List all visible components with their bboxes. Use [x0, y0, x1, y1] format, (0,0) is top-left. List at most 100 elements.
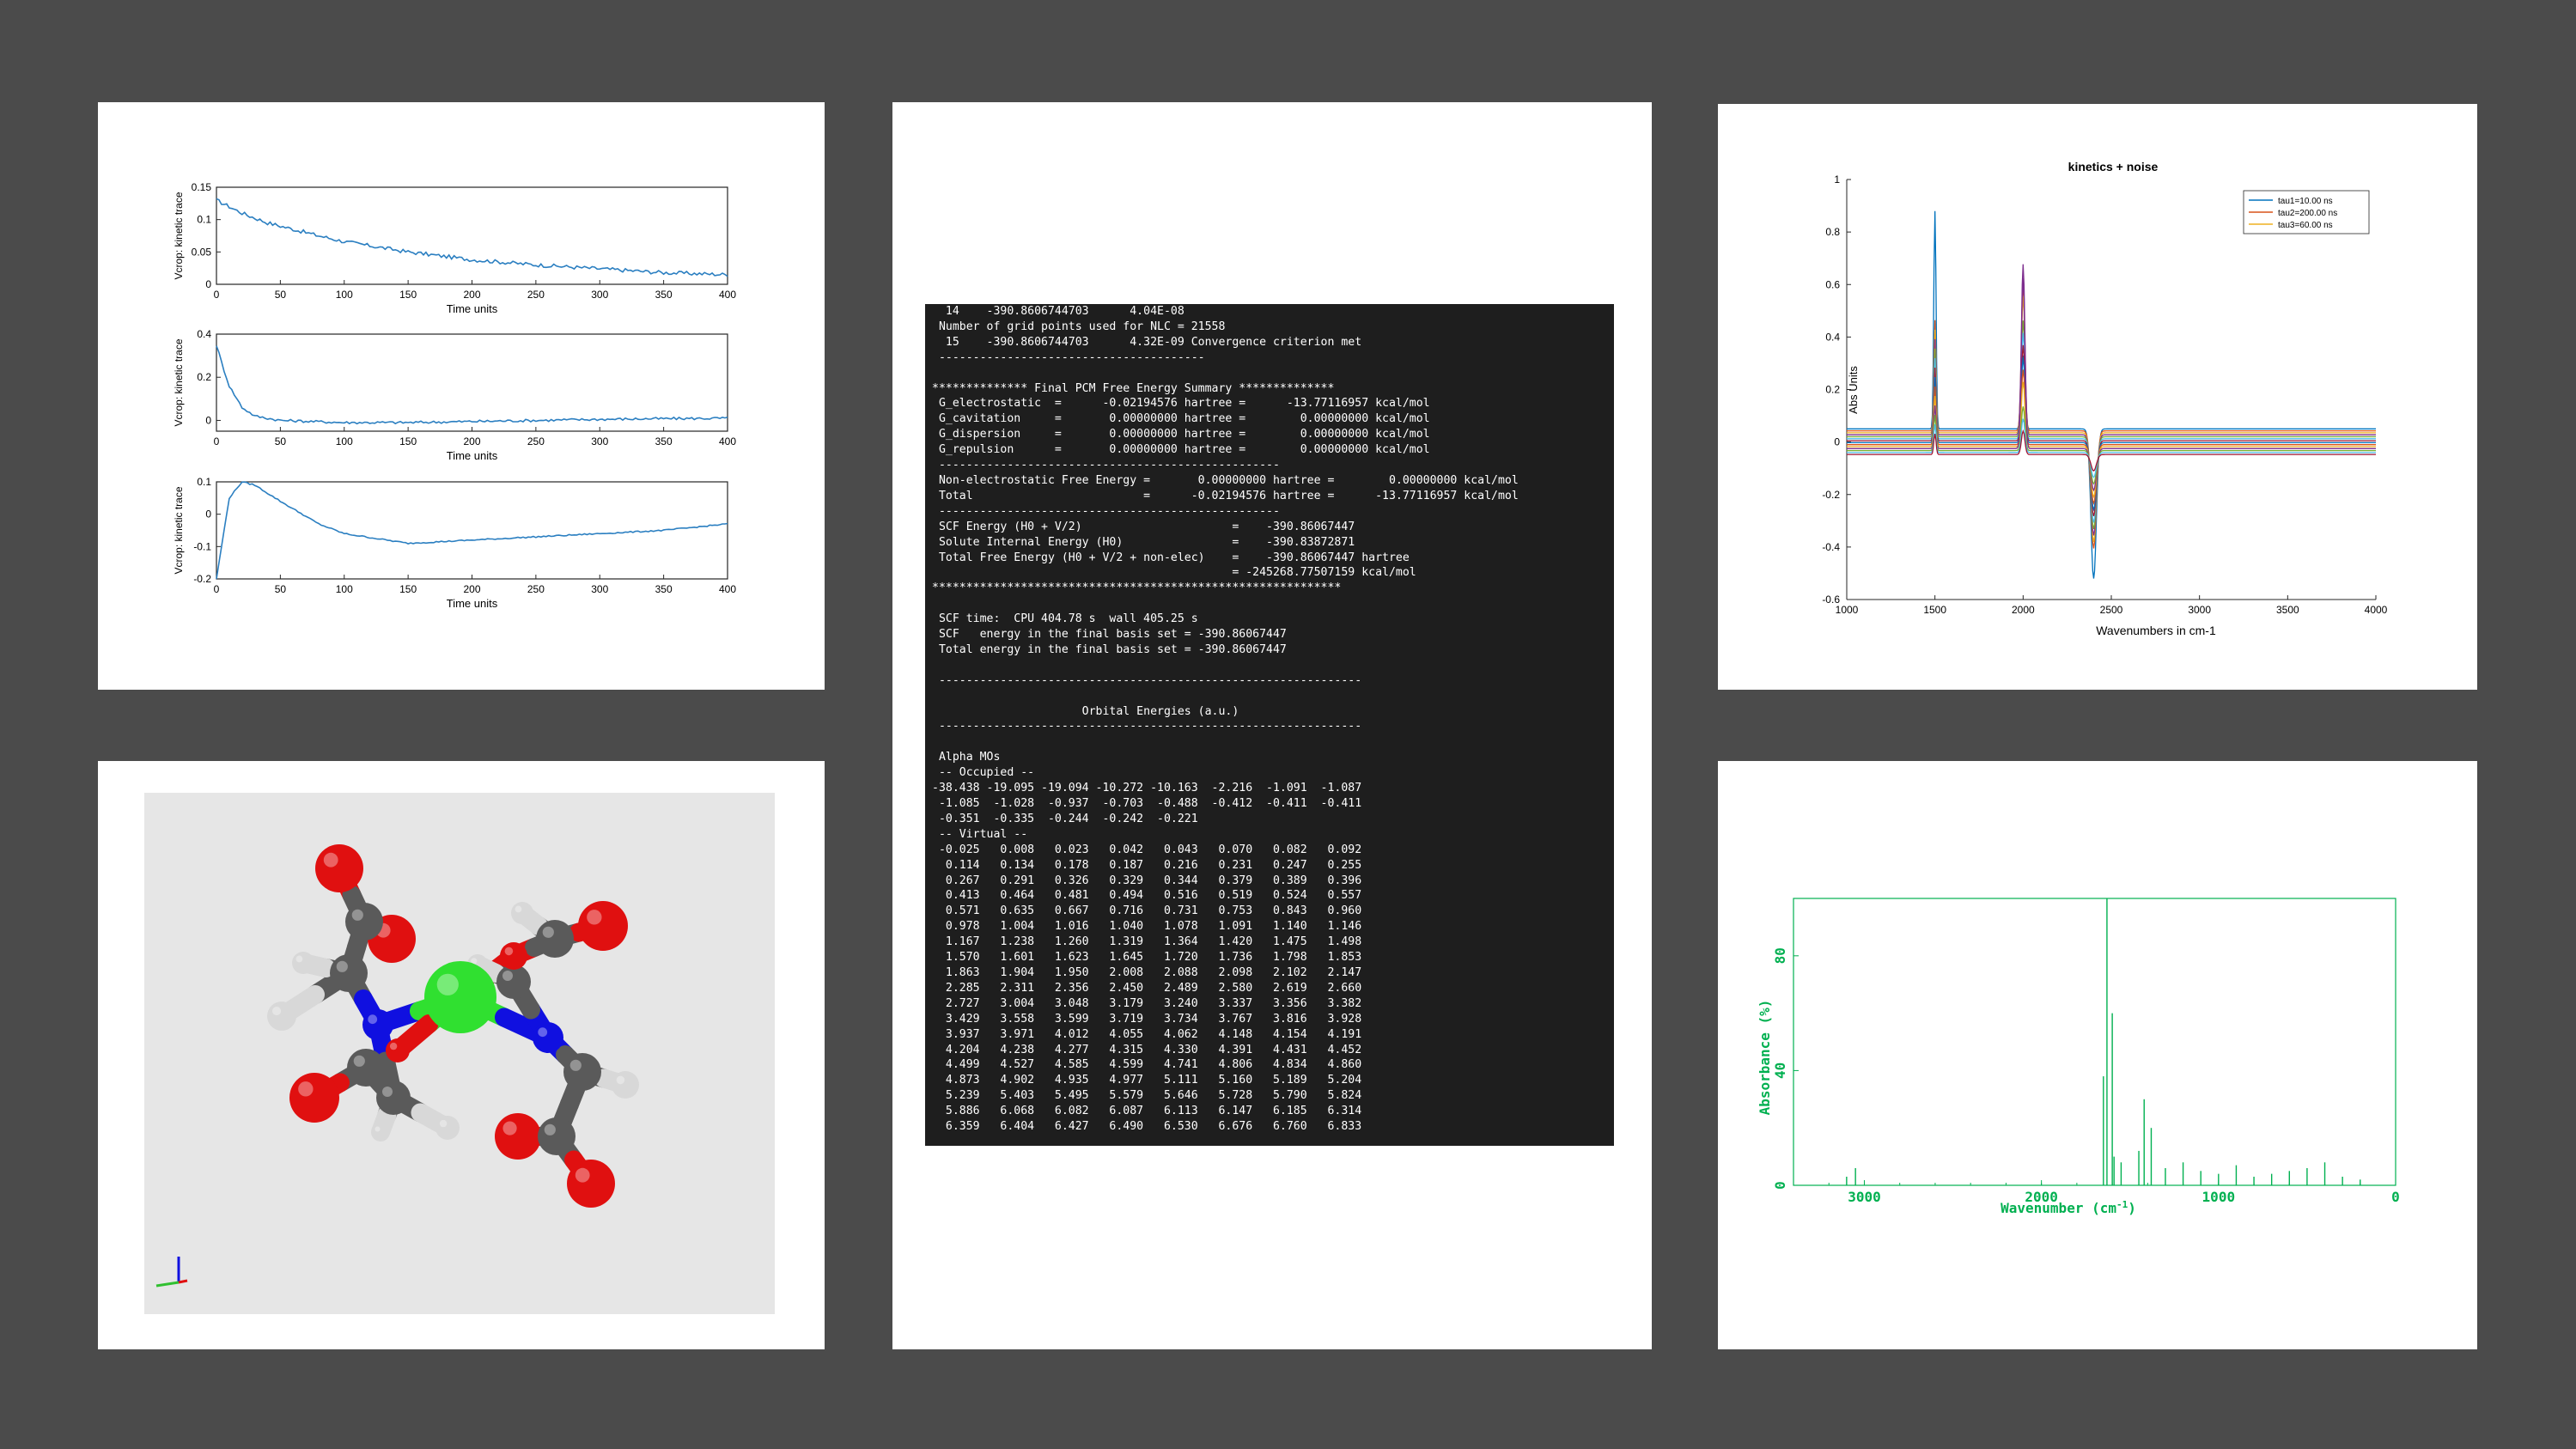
y-axis-label: Vcrop: kinetic trace [173, 192, 185, 279]
plot-box [216, 333, 728, 432]
atom-highlight [323, 852, 338, 868]
legend-entry: tau1=10.00 ns [2278, 197, 2333, 206]
x-tick-label: 0 [214, 583, 220, 595]
x-tick-label: 4000 [2365, 604, 2388, 616]
spectrum-line [1847, 357, 2376, 512]
ir-spectrum-figure: Wavenumber (cm-1) Absorbance (%) 3000 200… [1718, 761, 2477, 1349]
x-tick-label: 50 [275, 289, 287, 301]
atom-highlight [542, 926, 554, 938]
spectrum-line [1847, 320, 2376, 530]
y-tick-label: 0 [205, 508, 211, 521]
x-tick-label: 150 [399, 435, 417, 447]
x-tick-label: 2000 [2025, 1189, 2058, 1205]
x-axis-label: Time units [447, 597, 498, 610]
terminal-window: 14 -390.8606744703 4.04E-08 Number of gr… [925, 304, 1614, 1146]
x-tick-label: 100 [336, 583, 353, 595]
y-tick-label: 0.05 [192, 246, 212, 258]
atom-highlight [375, 1126, 381, 1132]
hydrogen-atom [267, 1002, 296, 1031]
carbon-atom [563, 1053, 601, 1091]
spectrum-line [1847, 283, 2376, 549]
atom-highlight [271, 1006, 282, 1016]
carbon-atom [536, 920, 574, 958]
kinetics-noise-plot: kinetics + noise Wavenumbers in cm-1 Abs… [1822, 160, 2388, 637]
atom-highlight [502, 1121, 517, 1135]
carbon-atom [538, 1117, 575, 1155]
nitrogen-atom [533, 1022, 563, 1053]
y-tick-label: 0.2 [1825, 384, 1840, 396]
spectrum-line [1847, 277, 2376, 492]
oxygen-atom [315, 844, 363, 892]
x-tick-label: 200 [463, 289, 480, 301]
atom-highlight [504, 947, 514, 956]
hydrogen-atom [372, 1123, 389, 1141]
spectrum-line [1847, 264, 2376, 536]
x-tick-label: 0 [214, 289, 220, 301]
x-tick-label: 50 [275, 435, 287, 447]
y-tick-label: -0.2 [193, 573, 211, 585]
spectrum-line [1847, 295, 2376, 543]
hydrogen-atom [435, 1116, 460, 1140]
y-tick-label: 0.15 [192, 181, 212, 193]
x-tick-label: 3500 [2276, 604, 2299, 616]
x-tick-label: 350 [655, 289, 673, 301]
terminal-figure: 14 -390.8606744703 4.04E-08 Number of gr… [892, 102, 1652, 1349]
atom-highlight [538, 1027, 548, 1038]
oxygen-atom [500, 942, 527, 970]
x-tick-label: 3000 [2188, 604, 2211, 616]
chart-title: kinetics + noise [2068, 160, 2159, 174]
x-tick-label: 100 [336, 289, 353, 301]
atom-highlight [336, 960, 348, 972]
oxygen-atom [386, 1038, 410, 1062]
oxygen-atom [495, 1113, 541, 1160]
y-tick-label: 0.6 [1825, 278, 1840, 290]
spectrum-line [1847, 210, 2376, 579]
atom-highlight [368, 1014, 378, 1025]
carbon-atom [330, 954, 368, 992]
x-tick-label: 300 [591, 583, 608, 595]
atom-highlight [436, 973, 459, 995]
y-tick-label: 80 [1772, 947, 1788, 964]
molecule-model [155, 844, 639, 1288]
x-axis-label: Wavenumbers in cm-1 [2096, 624, 2216, 637]
oxygen-atom [567, 1160, 615, 1208]
y-tick-label: 40 [1772, 1062, 1788, 1079]
x-tick-label: 400 [719, 289, 736, 301]
x-tick-label: 400 [719, 435, 736, 447]
atom-highlight [587, 910, 602, 925]
molecule-figure [98, 761, 825, 1349]
x-tick-label: 100 [336, 435, 353, 447]
legend-entry: tau3=60.00 ns [2278, 221, 2333, 230]
x-tick-label: 1500 [1923, 604, 1946, 616]
y-tick-label: -0.6 [1822, 594, 1840, 606]
y-tick-label: -0.4 [1822, 541, 1840, 553]
kinetic-traces-figure: 0 50 100 150 200 250 300 350 400 0 0.05 0.1 0.15 Time… [98, 102, 825, 690]
x-axis-label: Time units [447, 449, 498, 462]
plot-box [216, 186, 728, 285]
carbon-atom [376, 1081, 411, 1115]
ir-spectrum-plot: Wavenumber (cm-1) Absorbance (%) 3000 200… [1757, 898, 2400, 1216]
carbon-atom [345, 903, 383, 941]
kinetics-noise-figure: kinetics + noise Wavenumbers in cm-1 Abs… [1718, 104, 2477, 690]
y-tick-label: -0.2 [1822, 489, 1840, 501]
kinetic-traces-plots: 0 50 100 150 200 250 300 350 400 0 0.05 0.1 0.15 Time… [173, 181, 736, 610]
atom-highlight [569, 1059, 582, 1071]
x-tick-label: 1000 [1836, 604, 1859, 616]
atom-highlight [544, 1123, 556, 1135]
x-tick-label: 250 [527, 583, 545, 595]
atom-highlight [295, 955, 303, 963]
x-tick-label: 250 [527, 289, 545, 301]
plot-box [1793, 898, 2396, 1186]
y-tick-label: 0 [205, 278, 211, 290]
atom-highlight [502, 971, 513, 981]
y-tick-label: 1 [1834, 174, 1840, 186]
spectrum-line [1847, 332, 2376, 523]
x-tick-label: 350 [655, 435, 673, 447]
legend-entry: tau2=200.00 ns [2278, 209, 2337, 218]
hydrogen-atom [612, 1071, 639, 1099]
central-atom [424, 961, 496, 1033]
oxygen-atom [289, 1073, 339, 1123]
molecule-viewport[interactable] [144, 793, 775, 1314]
y-tick-label: 0.4 [197, 328, 211, 340]
x-tick-label: 2000 [2012, 604, 2035, 616]
